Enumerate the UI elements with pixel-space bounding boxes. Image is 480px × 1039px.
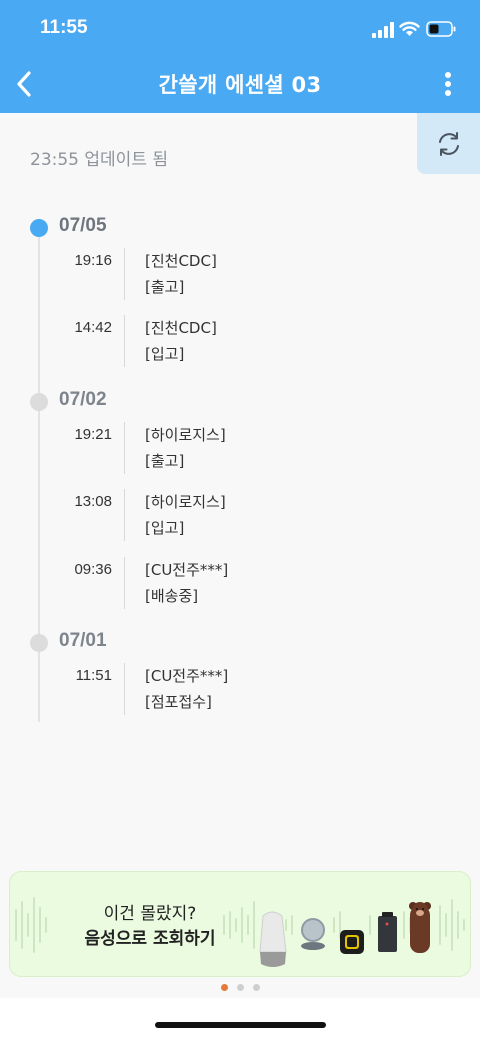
event-divider	[124, 557, 125, 609]
event-location: [하이로지스]	[145, 493, 226, 511]
timeline-dot-active	[30, 219, 48, 237]
event-time: 19:21	[74, 426, 112, 443]
status-time: 11:55	[40, 17, 88, 38]
event-time: 09:36	[74, 561, 112, 578]
timeline-dot	[30, 634, 48, 652]
event-status: [입고]	[145, 345, 185, 363]
event-status: [배송중]	[145, 587, 199, 605]
pager-dot-active[interactable]	[220, 984, 228, 991]
event-time: 19:16	[74, 252, 112, 269]
event-detail: [CU전주***] [점포접수]	[145, 663, 228, 715]
event-detail: [진천CDC] [출고]	[145, 248, 217, 300]
signal-icon	[372, 22, 394, 38]
event-location: [CU전주***]	[145, 561, 229, 579]
event-location: [하이로지스]	[145, 426, 226, 444]
event-location: [CU전주***]	[145, 667, 229, 685]
smart-speakers-image	[259, 902, 431, 967]
event-detail: [진천CDC] [입고]	[145, 315, 217, 367]
back-arrow-icon	[17, 71, 31, 97]
more-vertical-icon	[445, 72, 451, 96]
status-bar: 11:55	[0, 0, 480, 60]
home-indicator	[155, 1022, 326, 1028]
timeline-dot	[30, 393, 48, 411]
bottom-safe-area	[0, 998, 480, 1039]
back-button[interactable]	[6, 66, 42, 102]
more-menu-button[interactable]	[432, 66, 464, 102]
banner-line1: 이건 몰랐지?	[103, 904, 197, 924]
timeline-date: 07/01	[59, 630, 107, 651]
banner-line2: 음성으로 조회하기	[84, 929, 216, 949]
refresh-icon	[438, 131, 459, 156]
event-detail: [하이로지스] [입고]	[145, 489, 226, 541]
page-title: 간쓸개 에센셜 03	[158, 73, 322, 97]
tracking-content	[0, 113, 480, 998]
event-time: 14:42	[74, 319, 112, 336]
event-location: [진천CDC]	[145, 319, 217, 337]
timeline-date: 07/05	[59, 215, 107, 236]
pager-dot[interactable]	[236, 984, 244, 991]
event-detail: [하이로지스] [출고]	[145, 422, 226, 474]
event-divider	[124, 315, 125, 367]
event-divider	[124, 248, 125, 300]
event-time: 11:51	[75, 667, 112, 684]
last-updated-text: 23:55 업데이트 됨	[30, 150, 168, 170]
event-divider	[124, 663, 125, 715]
wifi-icon	[399, 21, 420, 36]
event-divider	[124, 489, 125, 541]
app-header: 11:55 간쓸개 에센셜 03	[0, 0, 480, 113]
refresh-button[interactable]	[417, 113, 480, 174]
battery-icon	[426, 21, 456, 37]
pager-dot[interactable]	[252, 984, 260, 991]
event-status: [입고]	[145, 519, 185, 537]
event-status: [점포접수]	[145, 693, 212, 711]
event-location: [진천CDC]	[145, 252, 217, 270]
event-time: 13:08	[74, 493, 112, 510]
banner-pager	[0, 984, 480, 992]
timeline-date: 07/02	[59, 389, 107, 410]
banner-text: 이건 몰랐지? 음성으로 조회하기	[50, 902, 250, 952]
event-status: [출고]	[145, 278, 185, 296]
event-status: [출고]	[145, 452, 185, 470]
voice-search-banner[interactable]: 이건 몰랐지? 음성으로 조회하기	[9, 871, 471, 977]
event-divider	[124, 422, 125, 474]
event-detail: [CU전주***] [배송중]	[145, 557, 228, 609]
